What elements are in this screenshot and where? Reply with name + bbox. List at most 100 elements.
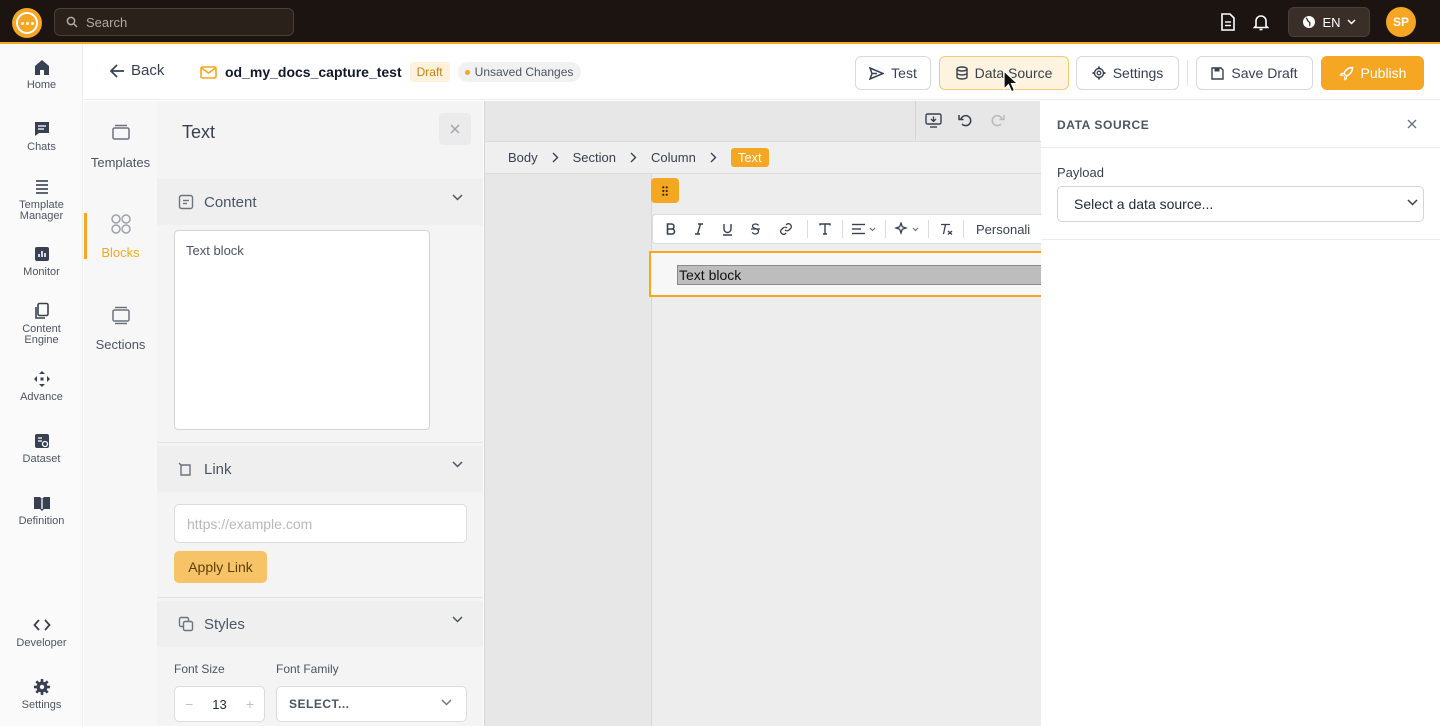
chevron-down-icon: [452, 461, 463, 468]
test-button[interactable]: Test: [855, 56, 931, 90]
italic-button[interactable]: [685, 215, 713, 243]
nav-item-home[interactable]: Home: [0, 58, 83, 91]
preview-toggle-button[interactable]: [918, 106, 948, 136]
canvas-toolbar: [915, 101, 1041, 140]
gear-icon: [33, 678, 51, 696]
settings-button[interactable]: Settings: [1076, 56, 1179, 90]
nav-item-dataset[interactable]: Dataset: [0, 432, 83, 465]
nav-item-developer[interactable]: Developer: [0, 616, 83, 649]
divider: [1041, 147, 1440, 148]
decrement-button[interactable]: −: [185, 696, 193, 712]
font-size-stepper[interactable]: − 13 +: [174, 686, 265, 722]
breadcrumb-text[interactable]: Text: [730, 148, 769, 167]
builder-nav-blocks[interactable]: Blocks: [84, 213, 157, 260]
link-url-input[interactable]: https://example.com: [174, 504, 467, 543]
font-size-value[interactable]: 13: [212, 697, 226, 712]
section-label: Link: [204, 460, 232, 478]
nav-item-monitor[interactable]: Monitor: [0, 245, 83, 278]
text-block[interactable]: Text block: [649, 251, 1043, 297]
underline-button[interactable]: [713, 215, 741, 243]
divider: [1041, 239, 1440, 240]
document-title-group: od_my_docs_capture_test Draft Unsaved Ch…: [200, 62, 582, 82]
back-label: Back: [131, 62, 165, 79]
content-textarea[interactable]: Text block: [174, 230, 430, 430]
nav-item-chats[interactable]: Chats: [0, 120, 83, 153]
builder-nav-templates[interactable]: Templates: [84, 123, 157, 170]
global-search[interactable]: Search: [54, 8, 294, 36]
publish-label: Publish: [1360, 65, 1407, 81]
builder-nav-sections[interactable]: Sections: [84, 305, 157, 352]
drag-dots-icon: [662, 185, 668, 196]
text-block-content[interactable]: Text block: [677, 265, 1043, 285]
builder-nav-label: Blocks: [101, 245, 140, 260]
divider: [157, 442, 483, 443]
chevron-right-icon: [630, 152, 637, 163]
mouse-cursor-icon: [1003, 70, 1019, 94]
drag-handle[interactable]: [651, 178, 679, 203]
back-button[interactable]: Back: [110, 62, 164, 79]
publish-button[interactable]: Publish: [1321, 56, 1424, 90]
advance-icon: [33, 370, 51, 388]
nav-label: Dataset: [22, 453, 61, 465]
data-source-panel: DATA SOURCE Payload Select a data source…: [1041, 101, 1440, 726]
close-data-source-button[interactable]: [1403, 115, 1421, 133]
gear-icon: [1092, 66, 1106, 80]
database-icon: [955, 66, 968, 80]
data-source-select-value: Select a data source...: [1074, 196, 1214, 212]
nav-label: Developer: [16, 637, 67, 649]
font-family-select[interactable]: SELECT...: [276, 686, 467, 722]
nav-item-definition[interactable]: Definition: [0, 494, 83, 527]
rocket-icon: [1338, 66, 1354, 81]
link-section-header[interactable]: Link: [157, 446, 483, 492]
chevron-down-icon: [441, 699, 452, 706]
toolbar-divider: [807, 220, 808, 238]
app-logo[interactable]: [12, 8, 42, 38]
nav-item-template-manager[interactable]: Template Manager: [0, 178, 83, 222]
blocks-icon: [110, 213, 132, 235]
properties-panel: Text Content Text block Link https://exa…: [157, 101, 483, 726]
close-panel-button[interactable]: [439, 113, 471, 145]
bell-icon[interactable]: [1251, 12, 1271, 32]
ai-magic-dropdown[interactable]: [890, 215, 924, 243]
content-engine-icon: [33, 302, 51, 320]
bold-button[interactable]: [657, 215, 685, 243]
document-icon[interactable]: [1218, 12, 1238, 32]
payload-label: Payload: [1057, 165, 1104, 180]
link-button[interactable]: [769, 215, 803, 243]
home-icon: [33, 58, 51, 76]
save-draft-button[interactable]: Save Draft: [1196, 56, 1313, 90]
increment-button[interactable]: +: [246, 696, 254, 712]
user-avatar[interactable]: SP: [1386, 7, 1416, 37]
templates-icon: [111, 123, 131, 143]
save-icon: [1211, 66, 1225, 80]
builder-nav-label: Templates: [90, 155, 151, 170]
text-style-button[interactable]: [812, 215, 838, 243]
clear-format-button[interactable]: [933, 215, 959, 243]
nav-item-settings[interactable]: Settings: [0, 678, 83, 711]
data-source-select[interactable]: Select a data source...: [1057, 186, 1424, 222]
nav-item-content-engine[interactable]: Content Engine: [0, 302, 83, 346]
breadcrumb-body[interactable]: Body: [508, 150, 538, 165]
rich-text-toolbar: Personali: [652, 214, 1041, 244]
sections-icon: [111, 305, 131, 325]
breadcrumb-column[interactable]: Column: [651, 150, 696, 165]
chevron-down-icon: [1407, 199, 1418, 206]
align-dropdown[interactable]: [847, 215, 881, 243]
link-icon: [178, 461, 194, 477]
styles-section-header[interactable]: Styles: [157, 601, 483, 647]
chevron-right-icon: [710, 152, 717, 163]
personalize-button[interactable]: Personali: [976, 222, 1030, 237]
send-icon: [869, 66, 885, 80]
apply-link-button[interactable]: Apply Link: [174, 551, 267, 583]
undo-button[interactable]: [950, 106, 980, 136]
content-icon: [178, 194, 194, 210]
strikethrough-button[interactable]: [741, 215, 769, 243]
breadcrumb-section[interactable]: Section: [573, 150, 616, 165]
redo-button[interactable]: [982, 106, 1012, 136]
nav-item-advance[interactable]: Advance: [0, 370, 83, 403]
nav-label: Chats: [27, 141, 56, 153]
content-section-header[interactable]: Content: [157, 179, 483, 225]
section-label: Styles: [204, 615, 245, 633]
editor-canvas: Body Section Column Text Personali Text …: [484, 101, 1043, 726]
language-selector[interactable]: EN: [1288, 7, 1370, 37]
